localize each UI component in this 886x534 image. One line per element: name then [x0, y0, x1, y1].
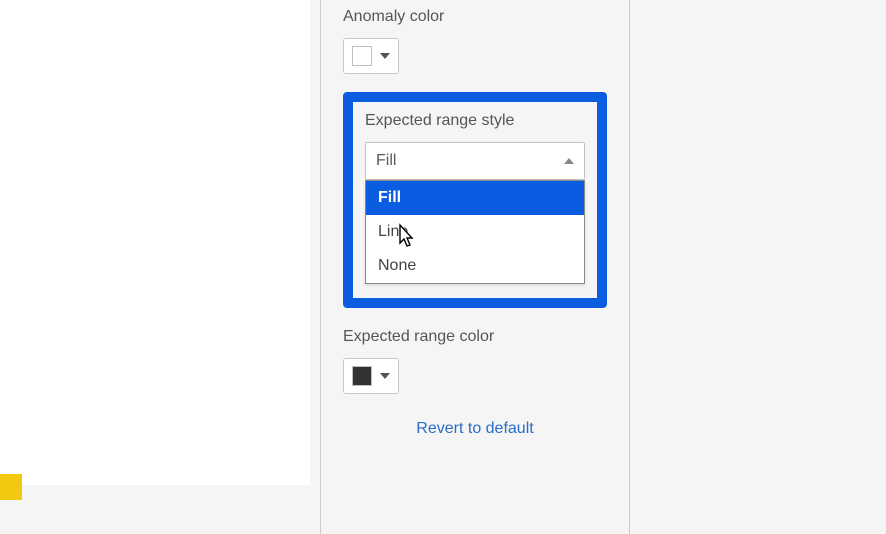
accent-stripe: [0, 474, 22, 500]
expected-range-color-picker[interactable]: [343, 358, 399, 394]
dropdown-selected-text: Fill: [376, 152, 396, 170]
highlight-callout: Expected range style Fill Fill Line None: [343, 92, 607, 308]
content-canvas: [0, 0, 310, 485]
dropdown-option-fill[interactable]: Fill: [366, 181, 584, 215]
dropdown-option-line[interactable]: Line: [366, 215, 584, 249]
caret-down-icon: [380, 373, 390, 379]
expected-range-style-dropdown[interactable]: Fill Fill Line None: [365, 142, 585, 284]
dropdown-list: Fill Line None: [365, 180, 585, 284]
dropdown-selected-value[interactable]: Fill: [365, 142, 585, 180]
format-panel: Anomaly color Expected range style Fill …: [320, 0, 630, 534]
expected-range-color-label: Expected range color: [343, 328, 607, 346]
expected-range-color-section: Expected range color: [343, 328, 607, 394]
dropdown-option-none[interactable]: None: [366, 249, 584, 283]
expected-range-style-label: Expected range style: [365, 112, 585, 130]
color-swatch-icon: [352, 366, 372, 386]
anomaly-color-label: Anomaly color: [343, 8, 607, 26]
caret-down-icon: [380, 53, 390, 59]
anomaly-color-picker[interactable]: [343, 38, 399, 74]
revert-to-default-link[interactable]: Revert to default: [343, 420, 607, 438]
color-swatch-icon: [352, 46, 372, 66]
anomaly-color-section: Anomaly color: [343, 8, 607, 74]
chevron-up-icon: [564, 158, 574, 164]
